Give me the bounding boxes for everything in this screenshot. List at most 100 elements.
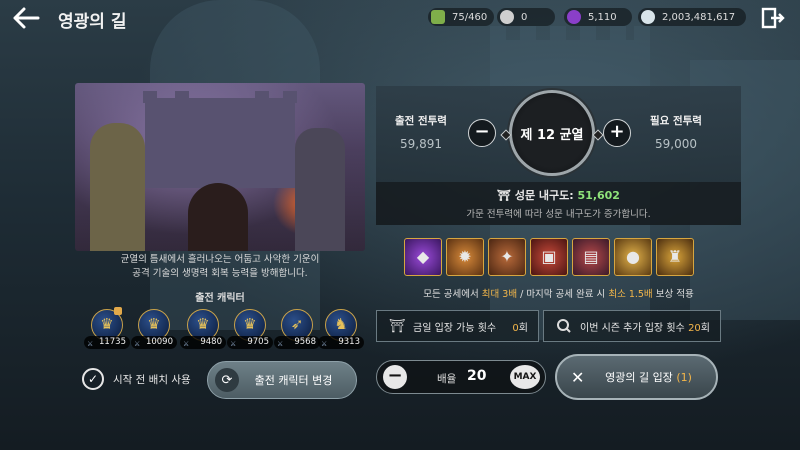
- top-bar: 영광의 길 75/460 0 5,110 2,003,481,617: [0, 0, 800, 36]
- stamina-icon: [431, 10, 445, 24]
- castle-crenel: [255, 91, 269, 103]
- gate-icon: ⛩: [497, 189, 511, 202]
- multiplier-value[interactable]: 20: [467, 368, 486, 384]
- character-slot[interactable]: ♛ ⚔ 9480: [180, 309, 226, 349]
- resource-value: 75/460: [452, 11, 488, 23]
- power-value: 9480: [200, 337, 222, 347]
- required-power-value: 59,000: [655, 137, 697, 151]
- season-entry-label: 이번 시즌 추가 입장 횟수: [580, 322, 685, 334]
- castle-wall: [145, 98, 295, 188]
- rift-decrease-button[interactable]: −: [468, 119, 496, 147]
- back-arrow-icon[interactable]: [12, 6, 40, 30]
- statue: [295, 128, 345, 251]
- durability-line: ⛩ 성문 내구도: 51,602: [376, 187, 741, 203]
- change-characters-label: 출전 캐릭터 변경: [254, 374, 333, 387]
- reward-note-highlight: 최소 1.5배: [608, 289, 653, 300]
- purple-crystal-icon[interactable]: ◆: [404, 238, 442, 276]
- count-unit: 회: [518, 322, 528, 334]
- gate-durability-panel: ⛩ 성문 내구도: 51,602 가문 전투력에 따라 성문 내구도가 증가합니…: [376, 182, 741, 225]
- ornate-chest-icon[interactable]: ▤: [572, 238, 610, 276]
- character-slot[interactable]: ♛ ⚔ 11735: [84, 307, 130, 349]
- enter-label-group: 영광의 길 입장 (1): [591, 369, 716, 385]
- required-power-label: 필요 전투력: [650, 115, 702, 127]
- character-slot[interactable]: ♛ ⚔ 9705: [227, 309, 273, 349]
- power-value: 9568: [294, 337, 316, 347]
- deploy-power-value: 59,891: [400, 137, 442, 151]
- reward-note-text: 모든 공세에서: [423, 289, 482, 300]
- power-value: 9313: [338, 337, 360, 347]
- pre-deploy-label: 시작 전 배치 사용: [113, 373, 191, 386]
- reward-note-text: / 마지막 공세 완료 시: [517, 289, 609, 300]
- trophy-icon[interactable]: ♜: [656, 238, 694, 276]
- reward-note-highlight: 최대 3배: [481, 289, 518, 300]
- resource-silver: 0: [497, 8, 555, 26]
- refresh-icon: ⟳: [215, 368, 239, 392]
- durability-value: 51,602: [577, 189, 620, 202]
- resource-stamina: 75/460: [428, 8, 494, 26]
- castle-crenel: [283, 91, 297, 103]
- daily-entry-count: 0회: [512, 319, 528, 334]
- search-icon: [554, 316, 574, 336]
- character-power: ⚔ 9568: [274, 336, 320, 349]
- daily-entry-label: 금일 입장 가능 횟수: [413, 322, 497, 334]
- count-unit: 회: [700, 322, 710, 334]
- character-list: ♛ ⚔ 11735 ♛ ⚔ 10090 ♛ ⚔ 9480 ♛ ⚔ 9705 ➶ ⚔ 956…: [84, 307, 364, 349]
- silver-coin-icon: [500, 10, 514, 24]
- resource-gold: 2,003,481,617: [638, 8, 746, 26]
- season-entry-count: 20회: [688, 319, 710, 334]
- change-characters-button[interactable]: ⟳ 출전 캐릭터 변경: [207, 361, 357, 399]
- character-power: ⚔ 9313: [318, 336, 364, 349]
- red-chest-icon[interactable]: ▣: [530, 238, 568, 276]
- daily-entry-box: ⛩ 금일 입장 가능 횟수 0회: [376, 310, 539, 342]
- gate-icon: ⛩: [388, 318, 406, 334]
- castle-crenel: [175, 91, 189, 103]
- characters-title: 출전 캐릭터: [195, 293, 245, 304]
- count-value: 20: [688, 322, 701, 334]
- deploy-power-label: 출전 전투력: [395, 115, 447, 127]
- multiplier-decrease-button[interactable]: −: [383, 365, 407, 389]
- compass-badge-icon[interactable]: ✦: [488, 238, 526, 276]
- castle-gate: [188, 183, 248, 251]
- exit-icon[interactable]: [761, 7, 785, 29]
- rift-description: 균열의 틈새에서 흘러나오는 어둡고 사악한 기운이 공격 기술의 생명력 회복…: [75, 253, 365, 281]
- enter-count: (1): [676, 371, 692, 384]
- season-entry-box[interactable]: 이번 시즌 추가 입장 횟수 20회: [543, 310, 721, 342]
- durability-label: 성문 내구도:: [514, 189, 574, 202]
- rift-level-badge: 제 12 균열: [509, 90, 595, 176]
- crossed-swords-icon: ✕: [571, 367, 585, 387]
- character-power: ⚔ 9705: [227, 336, 273, 349]
- character-slot[interactable]: ♞ ⚔ 9313: [318, 309, 364, 349]
- power-value: 10090: [145, 337, 173, 347]
- resource-gem: 5,110: [564, 8, 632, 26]
- enter-glory-road-button[interactable]: ✕ 영광의 길 입장 (1): [555, 354, 718, 400]
- purple-gem-icon: [567, 10, 581, 24]
- statue: [90, 123, 145, 251]
- rift-scene-image: [75, 83, 365, 251]
- gold-pouch-icon[interactable]: ●: [614, 238, 652, 276]
- multiplier-stepper: − 배율 20 MAX: [376, 360, 546, 394]
- rift-level-label: 제 12 균열: [520, 127, 584, 143]
- reward-note: 모든 공세에서 최대 3배 / 마지막 공세 완료 시 최소 1.5배 보상 적…: [376, 286, 741, 300]
- medal-icon[interactable]: ✹: [446, 238, 484, 276]
- multiplier-max-button[interactable]: MAX: [510, 365, 540, 389]
- pre-deploy-toggle[interactable]: ✓ 시작 전 배치 사용: [82, 367, 191, 391]
- durability-note: 가문 전투력에 따라 성문 내구도가 증가합니다.: [466, 209, 651, 220]
- lock-icon: [114, 307, 122, 315]
- page-title: 영광의 길: [58, 12, 127, 32]
- reward-note-text: 보상 적용: [652, 289, 694, 300]
- character-power: ⚔ 9480: [180, 336, 226, 349]
- resource-value: 2,003,481,617: [662, 11, 736, 23]
- coin-icon: [641, 10, 655, 24]
- character-slot[interactable]: ➶ ⚔ 9568: [274, 309, 320, 349]
- character-power: ⚔ 10090: [131, 336, 177, 349]
- resource-value: 5,110: [588, 11, 617, 23]
- character-slot[interactable]: ♛ ⚔ 10090: [131, 309, 177, 349]
- rift-increase-button[interactable]: +: [603, 119, 631, 147]
- castle-crenel: [143, 91, 157, 103]
- description-line: 균열의 틈새에서 흘러나오는 어둡고 사악한 기운이: [120, 254, 320, 265]
- enter-label: 영광의 길 입장: [605, 371, 673, 384]
- checkmark-icon: ✓: [82, 368, 104, 390]
- description-line: 공격 기술의 생명력 회복 능력을 방해합니다.: [132, 268, 308, 279]
- power-value: 9705: [247, 337, 269, 347]
- power-value: 11735: [98, 337, 126, 347]
